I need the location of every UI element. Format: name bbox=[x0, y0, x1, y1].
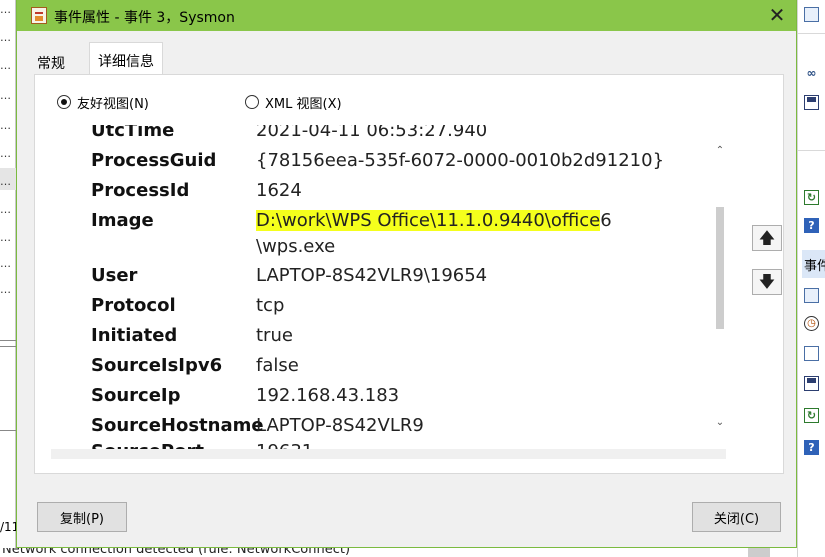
detail-value[interactable]: tcp bbox=[256, 293, 284, 319]
divider bbox=[0, 346, 16, 347]
document-icon[interactable] bbox=[804, 7, 819, 22]
divider bbox=[798, 33, 825, 34]
detail-value[interactable]: 2021-04-11 06:53:27.940 bbox=[256, 125, 487, 144]
list-item: … bbox=[0, 3, 11, 16]
list-item: … bbox=[0, 119, 11, 132]
copy-icon[interactable] bbox=[804, 346, 819, 361]
list-item: … bbox=[0, 31, 11, 44]
next-event-button[interactable]: 🡇 bbox=[752, 269, 782, 295]
event-details-list[interactable]: UtcTime 2021-04-11 06:53:27.940 ProcessG… bbox=[51, 125, 714, 449]
event-properties-icon[interactable] bbox=[804, 288, 819, 303]
list-item: … bbox=[0, 147, 11, 160]
scroll-up-icon[interactable]: ⌃ bbox=[714, 145, 726, 156]
event-viewer-icon bbox=[31, 7, 47, 24]
detail-key: Protocol bbox=[91, 295, 176, 316]
divider bbox=[798, 150, 825, 151]
detail-value[interactable]: D:\work\WPS Office\11.1.0.9440\office6 bbox=[256, 208, 612, 234]
detail-key: SourceIsIpv6 bbox=[91, 355, 223, 376]
background-status-text: Network connection detected (rule: Netwo… bbox=[0, 548, 825, 557]
details-scrollbar[interactable]: ⌃ ⌄ bbox=[714, 127, 726, 449]
path-remainder: 6 bbox=[600, 210, 612, 231]
friendly-view-option[interactable]: 友好视图(N) bbox=[57, 93, 149, 112]
detail-key: SourcePort bbox=[91, 439, 204, 449]
tab-general[interactable]: 常规 bbox=[29, 47, 73, 74]
detail-key: SourceIp bbox=[91, 385, 181, 406]
detail-key: Initiated bbox=[91, 325, 178, 346]
event-message: Network connection detected (rule: Netwo… bbox=[2, 548, 351, 557]
binoculars-icon[interactable]: ∞ bbox=[804, 65, 819, 80]
list-item: … bbox=[0, 203, 11, 216]
close-button[interactable]: 关闭(C) bbox=[692, 502, 781, 532]
close-icon[interactable]: ✕ bbox=[759, 2, 795, 29]
event-properties-dialog: 事件属性 - 事件 3，Sysmon ✕ 常规 详细信息 友好视图(N) XML… bbox=[16, 0, 797, 548]
actions-section-label: 事件 bbox=[802, 250, 825, 278]
xml-view-radio[interactable] bbox=[245, 95, 259, 109]
detail-key: Image bbox=[91, 210, 154, 231]
save-icon[interactable] bbox=[804, 376, 819, 391]
detail-value[interactable]: LAPTOP-8S42VLR9\19654 bbox=[256, 263, 487, 289]
list-item: … bbox=[0, 175, 11, 188]
detail-value[interactable]: true bbox=[256, 323, 293, 349]
arrow-down-icon: 🡇 bbox=[758, 272, 776, 291]
detail-value[interactable]: 192.168.43.183 bbox=[256, 383, 399, 409]
refresh-icon[interactable]: ↻ bbox=[804, 190, 819, 205]
highlighted-path: D:\work\WPS Office\11.1.0.9440\office bbox=[256, 210, 601, 231]
detail-key: UtcTime bbox=[91, 125, 175, 141]
copy-button[interactable]: 复制(P) bbox=[37, 502, 127, 532]
background-event-list: … … … … … … … … … … … /11 bbox=[0, 0, 19, 557]
divider bbox=[0, 430, 16, 431]
detail-key: SourceHostname bbox=[91, 415, 264, 436]
detail-value[interactable]: {78156eea-535f-6072-0000-0010b2d91210} bbox=[256, 148, 664, 174]
xml-view-option[interactable]: XML 视图(X) bbox=[245, 93, 342, 112]
save-icon[interactable] bbox=[804, 95, 819, 110]
tab-details[interactable]: 详细信息 bbox=[89, 42, 163, 75]
detail-value-continuation[interactable]: \wps.exe bbox=[256, 234, 335, 260]
detail-key: User bbox=[91, 265, 138, 286]
refresh-icon[interactable]: ↻ bbox=[804, 408, 819, 423]
list-item: … bbox=[0, 283, 11, 296]
scrollbar-thumb[interactable] bbox=[716, 207, 724, 329]
detail-value[interactable]: false bbox=[256, 353, 299, 379]
title-bar[interactable]: 事件属性 - 事件 3，Sysmon ✕ bbox=[17, 0, 796, 31]
list-item: … bbox=[0, 257, 11, 270]
arrow-up-icon: 🡅 bbox=[758, 228, 776, 247]
help-icon[interactable]: ? bbox=[804, 218, 819, 233]
xml-view-label[interactable]: XML 视图(X) bbox=[265, 93, 342, 112]
attach-task-icon[interactable]: ◷ bbox=[804, 316, 819, 331]
horizontal-scroll-area bbox=[51, 449, 726, 459]
help-icon[interactable]: ? bbox=[804, 440, 819, 455]
divider bbox=[0, 340, 16, 341]
detail-key: ProcessId bbox=[91, 180, 190, 201]
friendly-view-radio[interactable] bbox=[57, 95, 71, 109]
window-title: 事件属性 - 事件 3，Sysmon bbox=[54, 10, 235, 26]
list-item: … bbox=[0, 59, 11, 72]
detail-key: ProcessGuid bbox=[91, 150, 217, 171]
scrollbar[interactable] bbox=[748, 548, 770, 557]
scroll-down-icon[interactable]: ⌄ bbox=[714, 417, 726, 428]
friendly-view-label[interactable]: 友好视图(N) bbox=[77, 93, 149, 112]
list-item: … bbox=[0, 231, 11, 244]
detail-value[interactable]: 1624 bbox=[256, 178, 302, 204]
actions-pane: ∞ ↻ ? 事件 ◷ ↻ ? bbox=[797, 0, 825, 557]
details-panel: 友好视图(N) XML 视图(X) UtcTime 2021-04-11 06:… bbox=[34, 74, 784, 474]
previous-event-button[interactable]: 🡅 bbox=[752, 225, 782, 251]
detail-value[interactable]: 19631 bbox=[256, 439, 313, 449]
detail-value[interactable]: LAPTOP-8S42VLR9 bbox=[256, 413, 424, 439]
list-item: … bbox=[0, 89, 11, 102]
